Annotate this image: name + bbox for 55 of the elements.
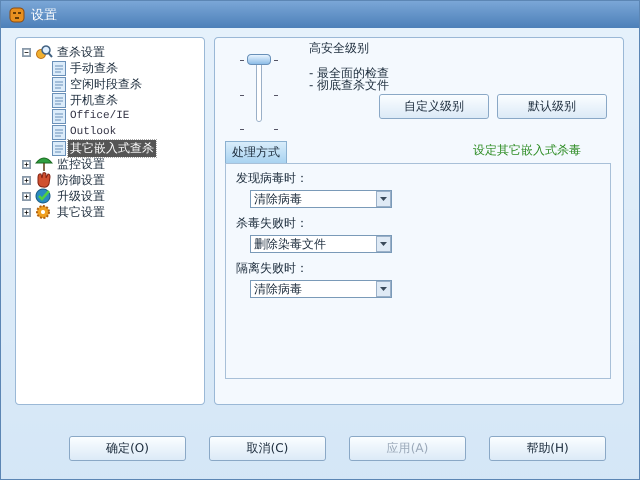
umbrella-icon (35, 156, 53, 172)
document-icon (52, 92, 66, 108)
document-icon (52, 140, 66, 156)
tree-item[interactable]: 升级设置 (55, 188, 107, 204)
dropdown[interactable]: 删除染毒文件 (250, 235, 392, 253)
slider-thumb[interactable] (247, 54, 271, 65)
tree-item[interactable]: 其它嵌入式查杀 (68, 140, 156, 156)
dialog-button[interactable]: 取消(C) (209, 436, 326, 461)
tree-item[interactable]: 其它设置 (55, 204, 107, 220)
dialog-button[interactable]: 确定(O) (69, 436, 186, 461)
group-tab[interactable]: 处理方式 (225, 141, 287, 163)
level-slider[interactable] (247, 54, 271, 124)
tree-item[interactable]: 监控设置 (55, 156, 107, 172)
expand-icon[interactable] (22, 208, 31, 216)
dropdown-arrow-icon[interactable] (376, 191, 391, 207)
tree-item[interactable]: 手动查杀 (68, 60, 120, 76)
glove-icon (35, 172, 53, 188)
tree-item[interactable]: Office/IE (68, 110, 132, 122)
level-description: - 彻底查杀文件 (309, 79, 390, 91)
gear-icon (35, 204, 53, 220)
dropdown[interactable]: 清除病毒 (250, 190, 392, 208)
tree-item[interactable]: 查杀设置 (55, 44, 107, 60)
window-title: 设置 (31, 6, 57, 24)
level-button[interactable]: 默认级别 (497, 94, 607, 119)
tree-item[interactable]: 开机查杀 (68, 92, 120, 108)
check-globe-icon (35, 188, 53, 204)
tree-item[interactable]: 空闲时段查杀 (68, 76, 144, 92)
document-icon (52, 124, 66, 140)
magnifier-icon (35, 44, 53, 60)
tick-mark (240, 60, 244, 61)
expand-icon[interactable] (22, 160, 31, 168)
dialog-button[interactable]: 帮助(H) (489, 436, 606, 461)
dropdown[interactable]: 清除病毒 (250, 280, 392, 298)
dropdown-arrow-icon[interactable] (376, 236, 391, 252)
tick-mark (274, 94, 278, 96)
expand-icon[interactable] (22, 176, 31, 184)
field-label: 杀毒失败时： (236, 215, 309, 232)
expand-icon[interactable] (22, 192, 31, 200)
tick-mark (240, 94, 244, 96)
field-label: 隔离失败时： (236, 260, 309, 277)
document-icon (52, 108, 66, 124)
field-label: 发现病毒时： (236, 170, 309, 187)
tick-mark (274, 60, 278, 61)
tick-mark (240, 129, 244, 130)
document-icon (52, 76, 66, 92)
dropdown-arrow-icon[interactable] (376, 281, 391, 297)
level-title: 高安全级别 (309, 40, 370, 57)
tree-item[interactable]: 防御设置 (55, 172, 107, 188)
collapse-icon[interactable] (22, 48, 31, 56)
level-description: - 最全面的检查 (309, 67, 390, 79)
document-icon (52, 60, 66, 76)
group-note: 设定其它嵌入式杀毒 (473, 142, 581, 159)
level-button[interactable]: 自定义级别 (379, 94, 489, 119)
tick-mark (274, 129, 278, 130)
tree-item[interactable]: Outlook (68, 126, 118, 138)
